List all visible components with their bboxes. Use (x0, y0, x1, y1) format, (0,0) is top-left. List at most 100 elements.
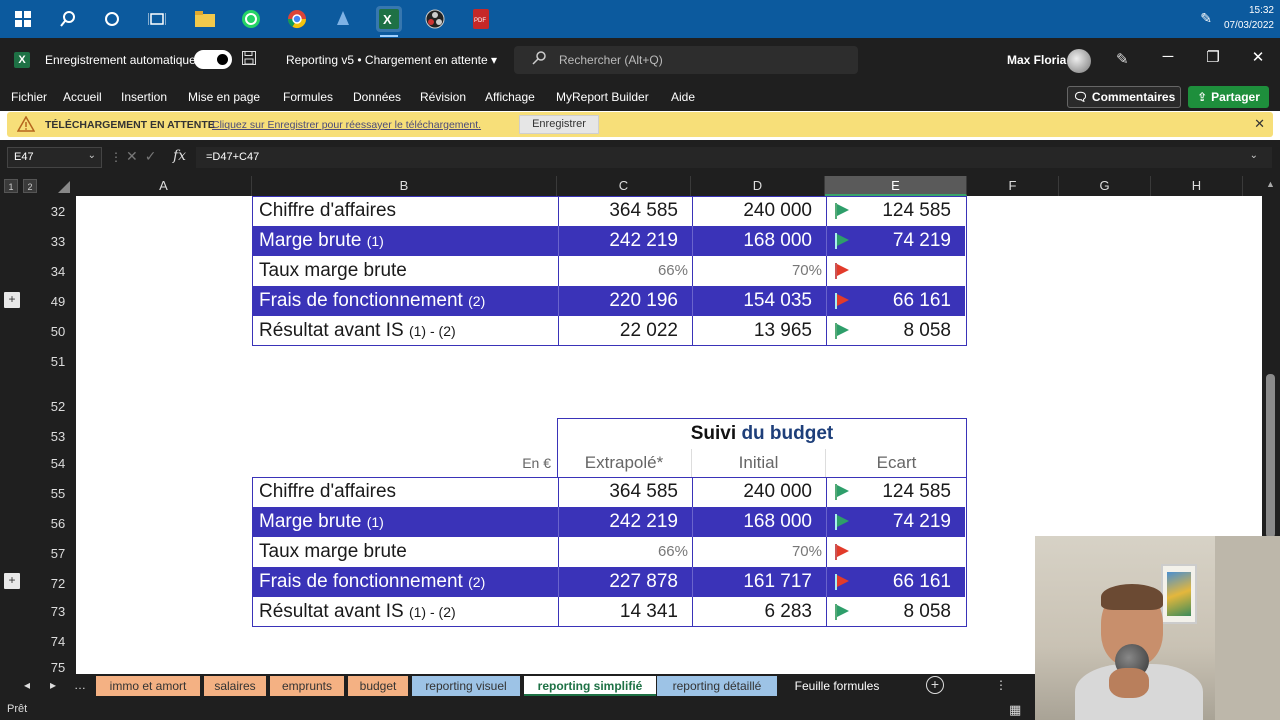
system-clock[interactable]: 15:32 07/03/2022 (1224, 3, 1274, 33)
minimize-button[interactable]: ─ (1156, 48, 1180, 65)
cell-c[interactable]: 66% (558, 256, 692, 286)
cell-e[interactable]: 8 058 (826, 316, 965, 346)
close-icon[interactable]: ✕ (1254, 116, 1265, 132)
row-header[interactable]: 54 (40, 456, 76, 471)
tab-sheet[interactable]: reporting visuel (412, 676, 520, 696)
whatsapp-icon[interactable] (238, 6, 264, 32)
menu-donnees[interactable]: Données (353, 90, 401, 104)
table-row[interactable]: Taux marge brute 66% 70% (253, 256, 965, 286)
autosave-toggle[interactable] (194, 50, 232, 69)
tab-sheet[interactable]: reporting simplifié (524, 676, 656, 696)
row-label[interactable]: Résultat avant IS (1) - (2) (253, 316, 558, 346)
cell-d[interactable]: 154 035 (692, 286, 826, 316)
row-header[interactable]: 33 (40, 234, 76, 249)
table-row[interactable]: Chiffre d'affaires 364 585 240 000 124 585 (253, 477, 965, 507)
insert-function-icon[interactable]: fx (173, 148, 186, 164)
comments-button[interactable]: 🗨 Commentaires (1067, 86, 1181, 108)
tab-sheet[interactable]: reporting détaillé (657, 676, 777, 696)
chevron-down-icon[interactable]: ⌄ (1250, 150, 1258, 161)
cell-d[interactable]: 13 965 (692, 316, 826, 346)
row-header[interactable]: 32 (40, 204, 76, 219)
cell-e[interactable]: 66 161 (826, 286, 965, 316)
search-icon[interactable] (55, 6, 81, 32)
scrollbar-thumb[interactable] (1266, 374, 1275, 538)
cell-c[interactable]: 220 196 (558, 286, 692, 316)
table-row[interactable]: Chiffre d'affaires 364 585 240 000 124 585 (253, 196, 965, 226)
tab-sheet[interactable]: salaires (204, 676, 266, 696)
banner-message-link[interactable]: Cliquez sur Enregistrer pour réessayer l… (212, 119, 481, 131)
chrome-icon[interactable] (284, 6, 310, 32)
cell-c[interactable]: 364 585 (558, 196, 692, 226)
cell-e[interactable]: 124 585 (826, 196, 965, 226)
menu-mise-en-page[interactable]: Mise en page (188, 90, 260, 104)
outline-level-1[interactable]: 1 (4, 179, 18, 193)
table-row[interactable]: Frais de fonctionnement (2) 220 196 154 03… (253, 286, 965, 316)
column-header-a[interactable]: A (76, 176, 252, 196)
add-sheet-icon[interactable]: + (926, 676, 944, 694)
menu-fichier[interactable]: Fichier (11, 90, 47, 104)
cell-e[interactable]: 8 058 (826, 597, 965, 627)
share-button[interactable]: ⇪ Partager (1188, 86, 1269, 108)
cell-e[interactable] (826, 256, 965, 286)
cell-d[interactable]: 240 000 (692, 477, 826, 507)
cortana-icon[interactable] (99, 6, 125, 32)
tab-sheet[interactable]: budget (348, 676, 408, 696)
document-title[interactable]: Reporting v5 • Chargement en attente ▾ (286, 53, 497, 67)
formula-input[interactable]: =D47+C47 ⌄ (196, 147, 1272, 168)
cell-d[interactable]: 70% (692, 256, 826, 286)
column-header-h[interactable]: H (1151, 176, 1243, 196)
cell-d[interactable]: 168 000 (692, 507, 826, 537)
cell-c[interactable]: 14 341 (558, 597, 692, 627)
tab-sheet[interactable]: Feuille formules (781, 676, 893, 696)
row-label[interactable]: Marge brute (1) (253, 226, 558, 256)
task-view-icon[interactable] (144, 6, 170, 32)
cell-e[interactable]: 74 219 (826, 507, 965, 537)
pen-workspace-icon[interactable]: ✎ (1200, 10, 1212, 27)
row-label[interactable]: Chiffre d'affaires (253, 477, 558, 507)
row-header[interactable]: 57 (40, 546, 76, 561)
row-header[interactable]: 75 (40, 660, 76, 675)
more-options-icon[interactable]: ⋮ (995, 678, 1007, 692)
windows-start-icon[interactable] (10, 6, 36, 32)
column-header-g[interactable]: G (1059, 176, 1151, 196)
app-icon[interactable] (330, 6, 356, 32)
pen-icon[interactable]: ✎ (1116, 50, 1129, 68)
tab-next-icon[interactable]: ▸ (50, 678, 56, 692)
row-label[interactable]: Marge brute (1) (253, 507, 558, 537)
row-label[interactable]: Taux marge brute (253, 256, 558, 286)
menu-myreport-builder[interactable]: MyReport Builder (556, 90, 649, 104)
column-header-b[interactable]: B (252, 176, 557, 196)
cell-d[interactable]: 70% (692, 537, 826, 567)
row-label[interactable]: Frais de fonctionnement (2) (253, 286, 558, 316)
cell-e[interactable]: 66 161 (826, 567, 965, 597)
table-row[interactable]: Frais de fonctionnement (2) 227 878 161 71… (253, 567, 965, 597)
row-header[interactable]: 34 (40, 264, 76, 279)
tab-prev-icon[interactable]: ◂ (24, 678, 30, 692)
table-row[interactable]: Résultat avant IS (1) - (2) 22 022 13 965 8… (253, 316, 965, 346)
cell-d[interactable]: 240 000 (692, 196, 826, 226)
row-label[interactable]: Frais de fonctionnement (2) (253, 567, 558, 597)
save-button[interactable]: Enregistrer (519, 115, 599, 134)
row-label[interactable]: Taux marge brute (253, 537, 558, 567)
row-header[interactable]: 72 (40, 576, 76, 591)
cell-e[interactable] (826, 537, 965, 567)
cell-c[interactable]: 66% (558, 537, 692, 567)
cell-e[interactable]: 124 585 (826, 477, 965, 507)
name-box[interactable]: E47 ⌄ (7, 147, 102, 168)
search-input[interactable]: Rechercher (Alt+Q) (514, 46, 858, 74)
pdf-icon[interactable]: PDF (468, 6, 494, 32)
menu-affichage[interactable]: Affichage (485, 90, 535, 104)
table-row[interactable]: Résultat avant IS (1) - (2) 14 341 6 283 8 … (253, 597, 965, 627)
row-header[interactable]: 53 (40, 429, 76, 444)
normal-view-icon[interactable]: ▦ (1009, 702, 1021, 718)
more-tabs-icon[interactable]: … (74, 678, 86, 692)
cell-c[interactable]: 227 878 (558, 567, 692, 597)
restore-button[interactable]: ❐ (1201, 48, 1225, 66)
cell-c[interactable]: 364 585 (558, 477, 692, 507)
row-header[interactable]: 51 (40, 354, 76, 369)
save-icon[interactable] (242, 51, 256, 68)
table-row[interactable]: Marge brute (1) 242 219 168 000 74 219 (253, 507, 965, 537)
table-row[interactable]: Marge brute (1) 242 219 168 000 74 219 (253, 226, 965, 256)
obs-icon[interactable] (422, 6, 448, 32)
cell-c[interactable]: 22 022 (558, 316, 692, 346)
